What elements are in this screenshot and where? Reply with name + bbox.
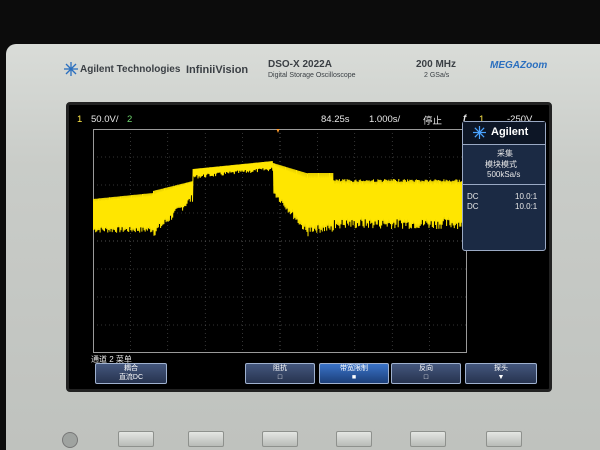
softkey-bw-limit-value: ■ [351, 374, 357, 381]
brand-company: Agilent Technologies [80, 64, 181, 75]
softkey-impedance-value: □ [277, 374, 283, 381]
hw-softkey-3[interactable] [262, 431, 298, 447]
softkey-invert-value: □ [423, 374, 429, 381]
softkey-impedance-label: 阻抗 [273, 365, 287, 372]
ch2-coupling: DC [467, 202, 479, 211]
time-offset[interactable]: 84.25s [321, 114, 350, 125]
acquisition-mode: 模块模式 [485, 160, 517, 169]
info-panel: Agilent 采集 模块模式 500kSa/s DC 10.0:1 DC 10… [462, 121, 546, 251]
ch1-number[interactable]: 1 [77, 114, 82, 125]
panel-logo: Agilent [491, 126, 529, 138]
ch1-scale[interactable]: 50.0V/ [91, 114, 118, 125]
ch1-probe: 10.0:1 [515, 192, 538, 201]
softkey-coupling-label: 耦合 [124, 365, 138, 372]
acquisition-title: 采集 [497, 149, 513, 158]
waveform-display [93, 129, 467, 353]
softkey-invert-label: 反向 [419, 365, 433, 372]
time-scale[interactable]: 1.000s/ [369, 114, 400, 125]
agilent-logo-icon [473, 126, 486, 144]
softkey-impedance[interactable]: 阻抗 □ [245, 363, 315, 384]
graticule [93, 129, 467, 353]
scope-screen: 1 50.0V/ 2 84.25s 1.000s/ 停止 f 1 -250V A… [66, 102, 552, 392]
softkey-coupling-value: 直流DC [118, 374, 144, 381]
hw-softkey-4[interactable] [336, 431, 372, 447]
softkey-bw-limit-label: 带宽限制 [340, 365, 368, 372]
softkey-probe-value: ▼ [497, 374, 505, 381]
run-state[interactable]: 停止 [423, 113, 442, 127]
hw-softkey-1[interactable] [118, 431, 154, 447]
ch2-probe: 10.0:1 [515, 202, 538, 211]
brand-model: DSO-X 2022A [268, 59, 332, 70]
acquisition-rate: 500kSa/s [487, 170, 521, 179]
brand-bandwidth: 200 MHz [416, 59, 457, 70]
softkey-bw-limit[interactable]: 带宽限制 ■ [319, 363, 389, 384]
panel-divider [463, 184, 545, 185]
menu-back-button[interactable] [62, 432, 78, 448]
hw-softkey-5[interactable] [410, 431, 446, 447]
hw-softkey-2[interactable] [188, 431, 224, 447]
ch1-coupling: DC [467, 192, 479, 201]
brand-model-subtitle: Digital Storage Oscilloscope [268, 72, 356, 79]
softkey-coupling[interactable]: 耦合 直流DC [95, 363, 167, 384]
brand-series: InfiniiVision [186, 64, 249, 76]
hw-softkey-6[interactable] [486, 431, 522, 447]
panel-header: Agilent [463, 122, 545, 145]
softkey-probe[interactable]: 探头 ▼ [465, 363, 537, 384]
brand-sample-rate: 2 GSa/s [424, 72, 450, 79]
agilent-spark-icon [64, 62, 78, 81]
brand-bar: Agilent Technologies InfiniiVision DSO-X… [6, 44, 600, 88]
softkey-probe-label: 探头 [494, 365, 508, 372]
ch2-number[interactable]: 2 [127, 114, 132, 125]
softkey-invert[interactable]: 反向 □ [391, 363, 461, 384]
megazoom-badge: MEGAZoom [490, 60, 548, 71]
